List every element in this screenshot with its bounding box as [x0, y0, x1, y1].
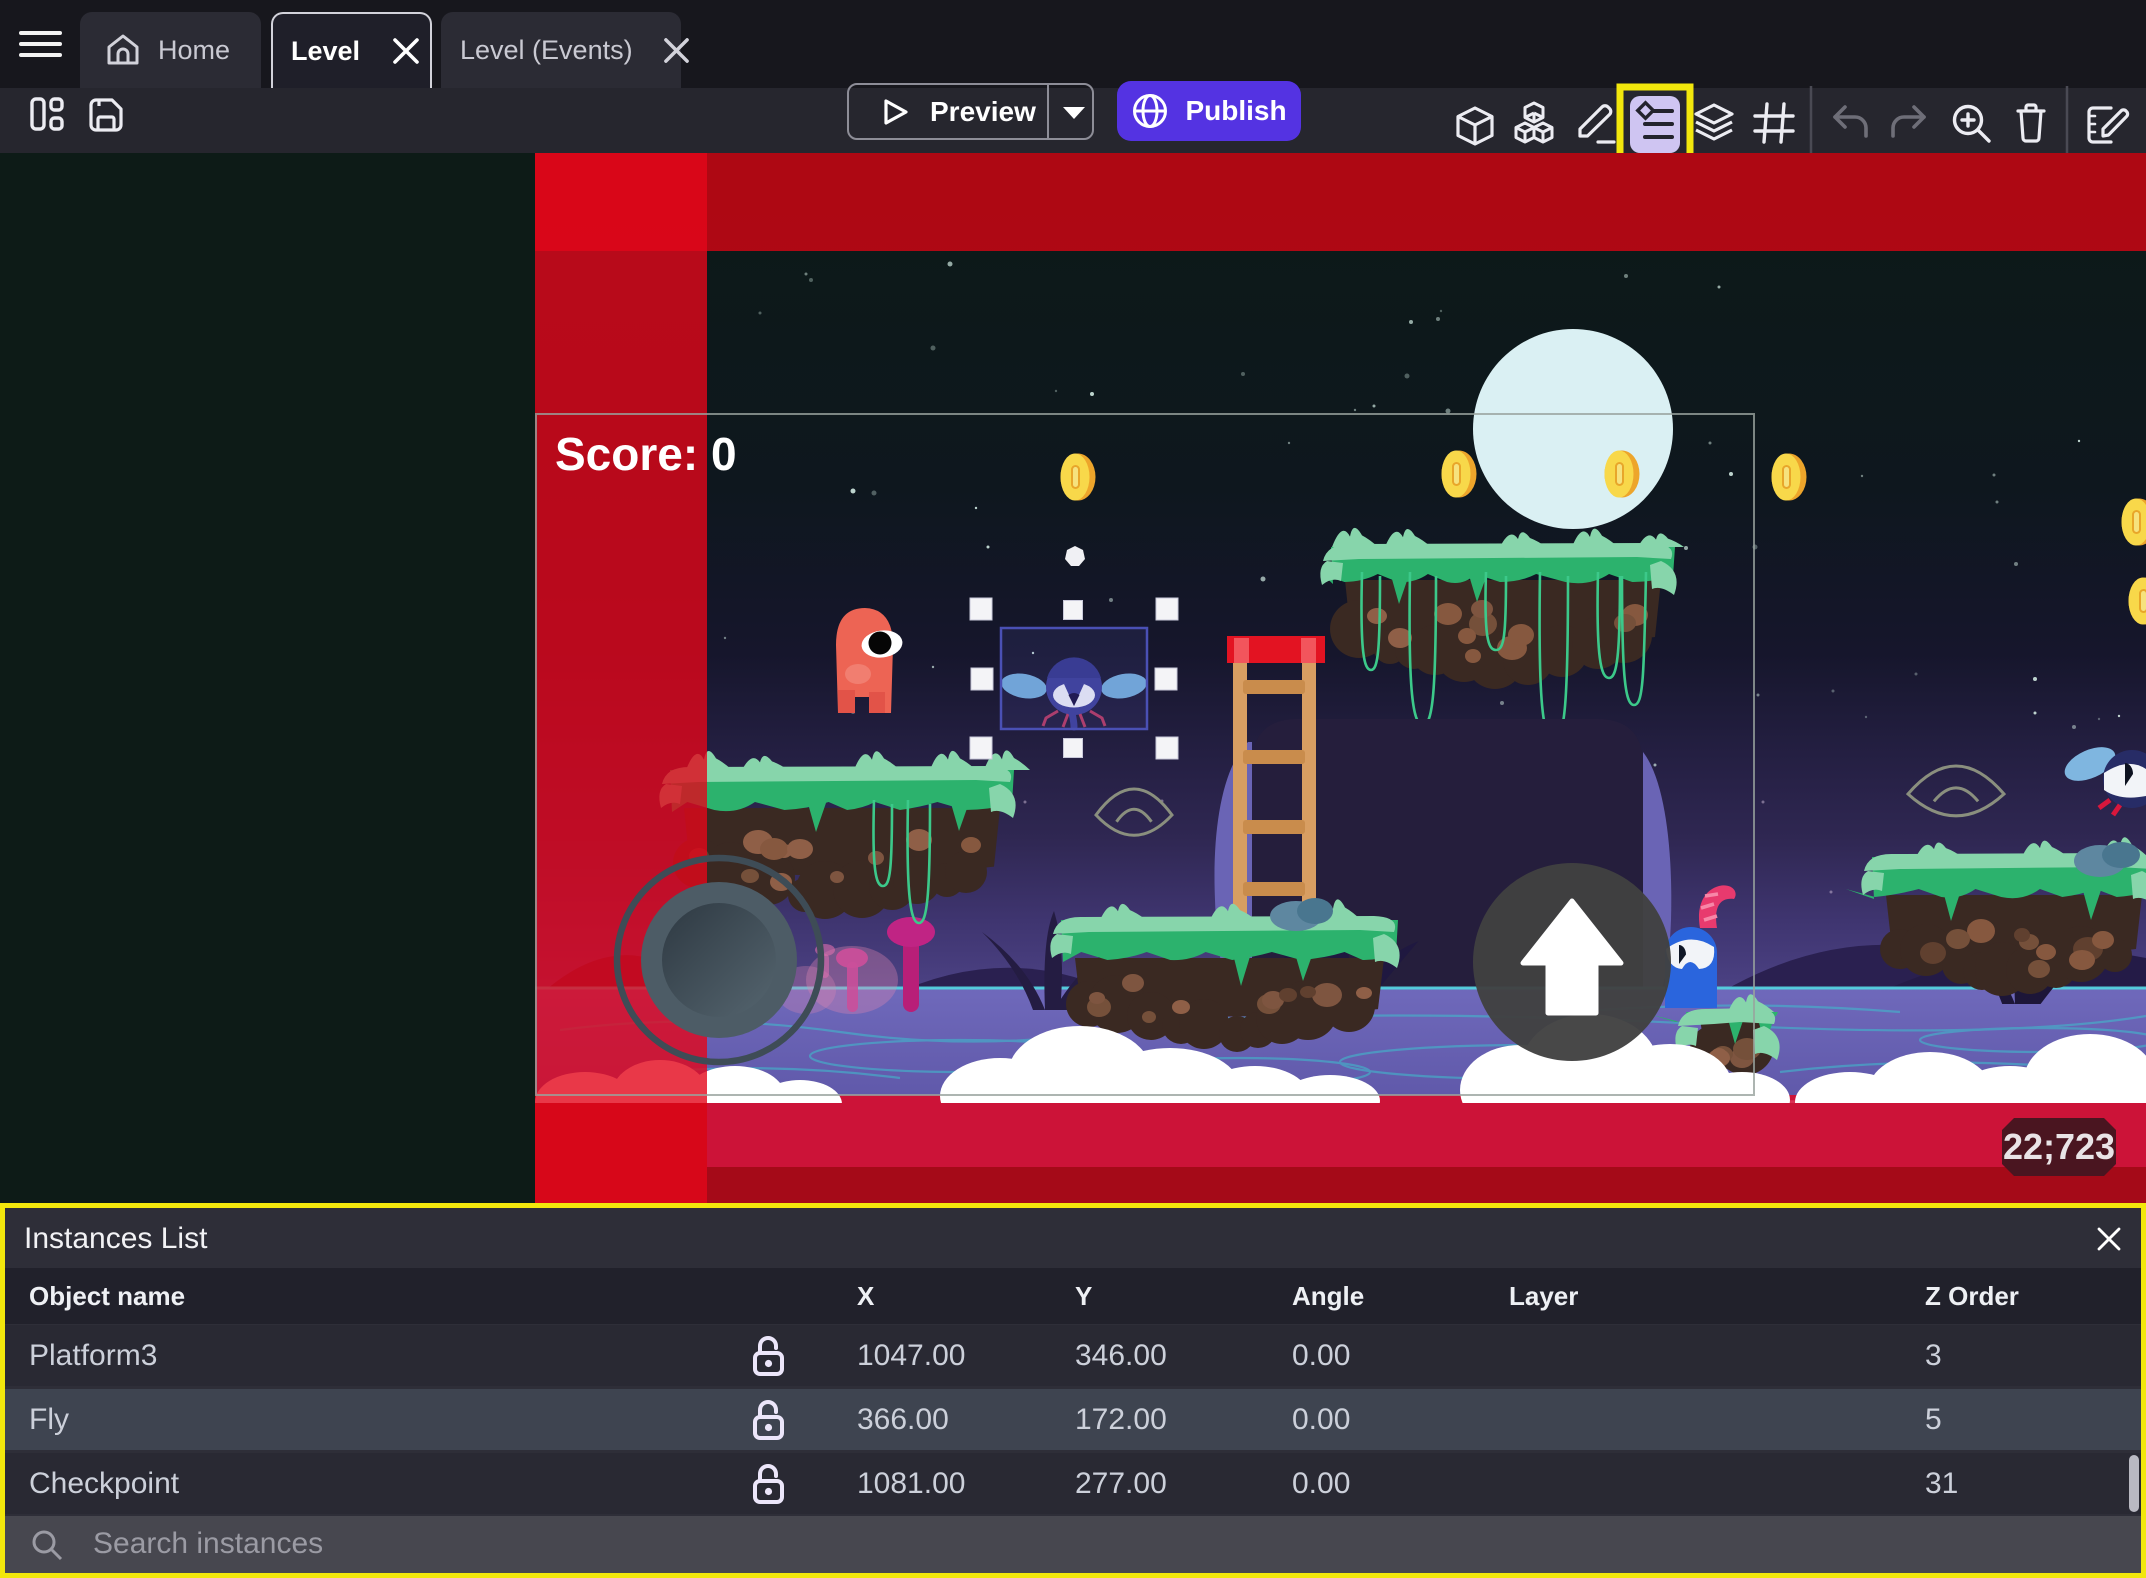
svg-text:22;723: 22;723	[2003, 1126, 2115, 1167]
svg-text:Score: 0: Score: 0	[555, 428, 737, 480]
